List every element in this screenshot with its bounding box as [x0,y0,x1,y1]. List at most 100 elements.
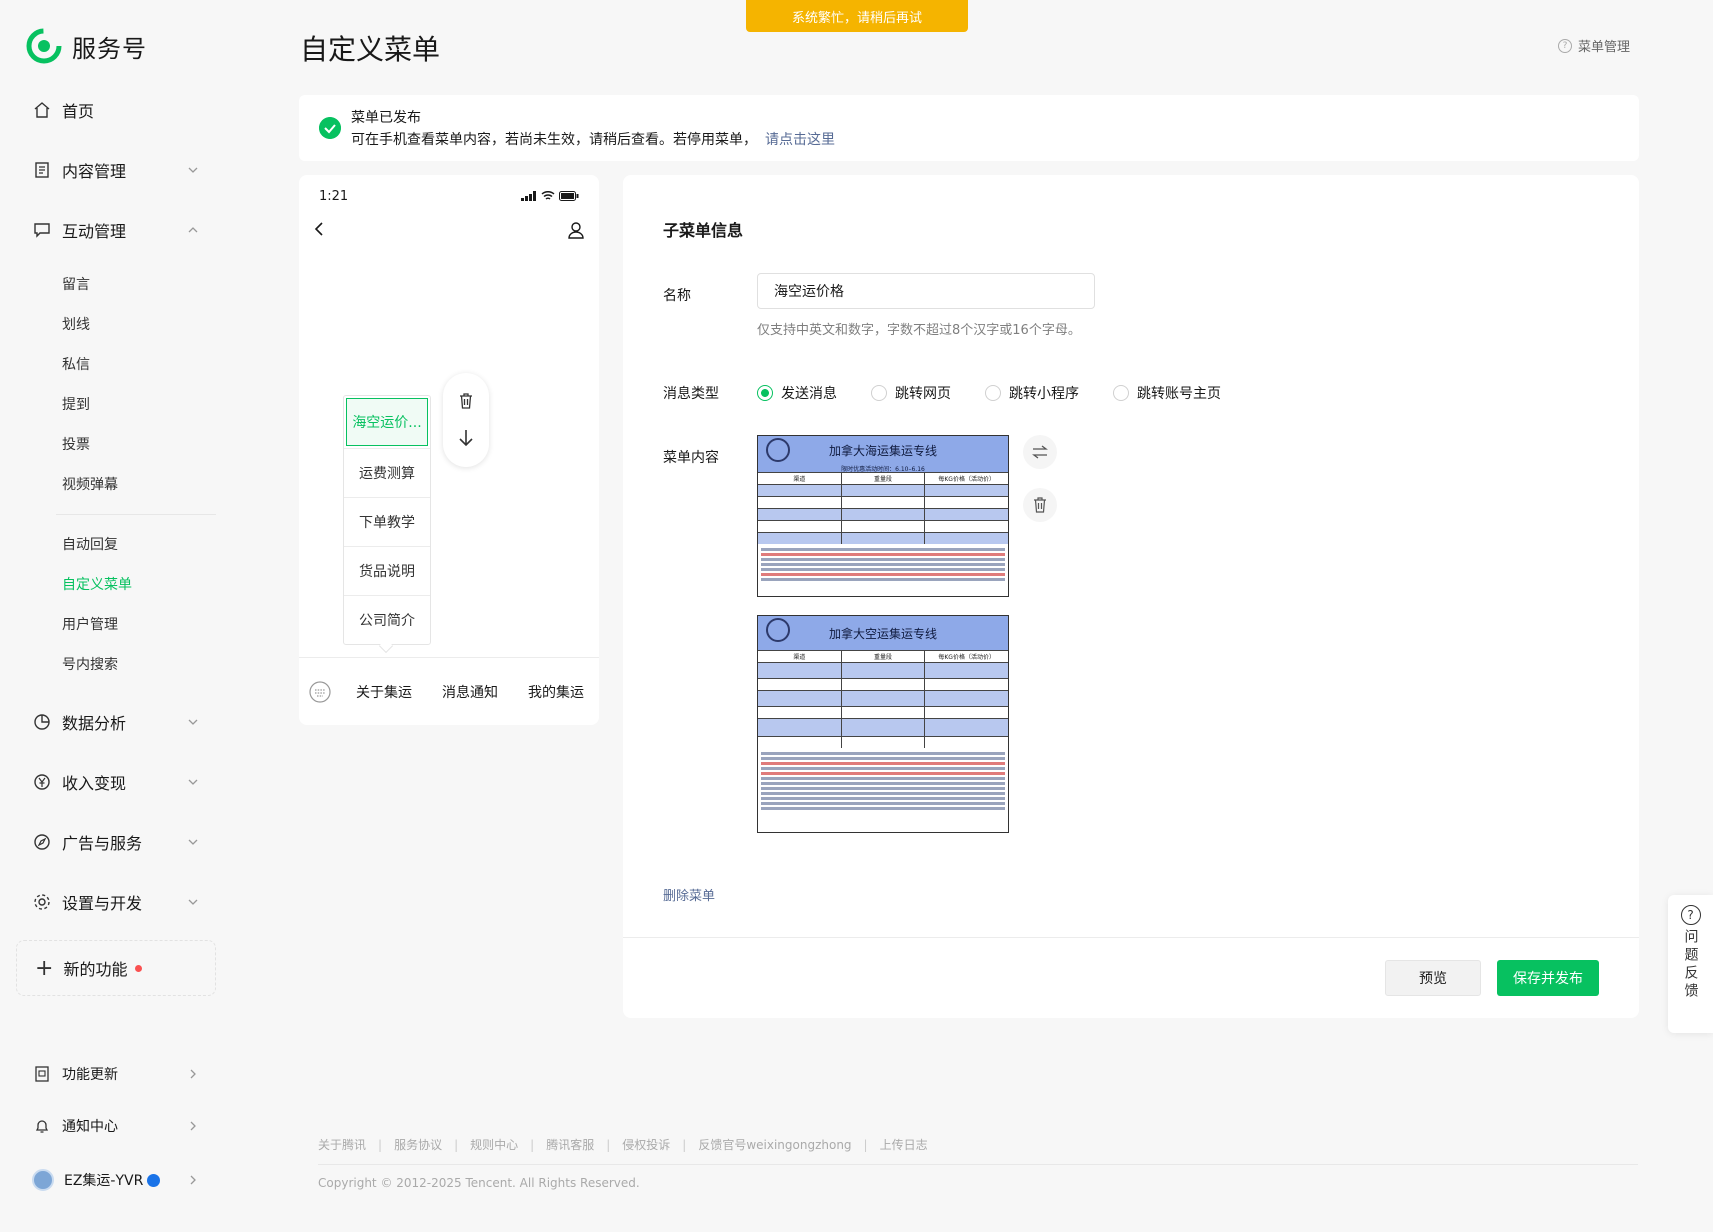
replace-image-button[interactable] [1023,435,1057,469]
image-title-text: 加拿大空运集运专线 [828,626,937,641]
nav-feature-updates[interactable]: 功能更新 [32,1056,212,1092]
nav-interaction-label: 互动管理 [62,222,127,241]
new-features-button[interactable]: + 新的功能 [16,940,216,996]
nav-sub-mentions[interactable]: 提到 [62,390,90,418]
preview-button[interactable]: 预览 [1385,960,1481,996]
feedback-label: 问题反馈 [1682,929,1699,1001]
nav-analytics[interactable]: 数据分析 [32,702,212,742]
menu-notifications[interactable]: 消息通知 [427,682,513,702]
radio-selected [757,385,773,401]
name-hint: 仅支持中英文和数字，字数不超过8个汉字或16个字母。 [757,323,1081,338]
swap-icon [1032,445,1048,459]
menu-my-shipping[interactable]: 我的集运 [513,682,599,702]
feedback-widget[interactable]: ? 问题反馈 [1668,895,1713,1033]
move-down-arrow-icon[interactable] [458,428,474,448]
phone-time: 1:21 [319,189,349,204]
submenu-item[interactable]: 公司简介 [344,595,430,644]
footer-links: 关于腾讯 | 服务协议 | 规则中心 | 腾讯客服 | 侵权投诉 | 反馈官号weixin… [318,1136,928,1153]
nav-sub-in-account-search[interactable]: 号内搜索 [62,650,118,678]
footer-link[interactable]: 反馈官号weixingongzhong [698,1136,851,1153]
menu-name-input[interactable]: 海空运价格 [757,273,1095,309]
nav-interaction[interactable]: 互动管理 [32,210,212,250]
type-open-account-home[interactable]: 跳转账号主页 [1113,383,1221,403]
nav-sub-votes[interactable]: 投票 [62,430,90,458]
avatar [32,1169,54,1191]
signal-icon [521,191,536,201]
footer-link[interactable]: 服务协议 [394,1136,442,1153]
footer-divider [318,1164,1638,1165]
account-switcher[interactable]: EZ集运-YVR [32,1162,212,1198]
delete-menu-link[interactable]: 删除菜单 [663,885,715,904]
radio-unselected [1113,385,1129,401]
footer-link[interactable]: 关于腾讯 [318,1136,366,1153]
nav-ads-label: 广告与服务 [62,834,143,853]
company-seal-icon [766,618,790,642]
user-profile-icon[interactable] [567,221,585,239]
footer-link[interactable]: 腾讯客服 [546,1136,594,1153]
chevron-up-icon [188,227,198,233]
image-title: 加拿大海运集运专线 [758,436,1008,464]
footer-link[interactable]: 上传日志 [880,1136,928,1153]
notice-body-text: 可在手机查看菜单内容，若尚未生效，请稍后查看。若停用菜单， [351,132,757,148]
air-freight-image[interactable]: 加拿大空运集运专线 渠道 重量段 每KG价格（活动价） [757,615,1009,833]
submenu-item[interactable]: 运费测算 [344,448,430,497]
chevron-down-icon [188,779,198,785]
nav-sub-user-management[interactable]: 用户管理 [62,610,118,638]
radio-label: 跳转小程序 [1009,386,1079,402]
nav-sub-auto-reply[interactable]: 自动回复 [62,530,118,558]
submenu-item[interactable]: 下单教学 [344,497,430,546]
nav-sub-messages[interactable]: 私信 [62,350,90,378]
submenu-item[interactable]: 货品说明 [344,546,430,595]
nav-notifications[interactable]: 通知中心 [32,1108,212,1144]
back-arrow-icon[interactable] [313,221,325,237]
radio-label: 跳转账号主页 [1137,386,1221,402]
keyboard-icon [309,680,331,703]
nav-home[interactable]: 首页 [32,90,212,130]
brand-logo[interactable]: 服务号 [26,28,147,64]
nav-content[interactable]: 内容管理 [32,150,212,190]
nav-content-label: 内容管理 [62,162,127,181]
image-table-row [758,520,1008,532]
submenu-list: 海空运价... 运费测算 下单教学 货品说明 公司简介 [343,395,431,645]
keyboard-toggle[interactable] [299,680,341,703]
compass-icon [32,832,52,852]
radio-label: 跳转网页 [895,386,951,402]
chevron-right-icon [190,1121,196,1131]
section-title: 子菜单信息 [663,221,744,240]
nav-home-label: 首页 [62,102,95,121]
nav-sub-comments[interactable]: 留言 [62,270,90,298]
submenu-item-selected[interactable]: 海空运价... [346,398,428,446]
document-icon [32,160,52,180]
footer-separator: | [606,1137,611,1152]
nav-sub-custom-menu[interactable]: 自定义菜单 [62,570,132,598]
image-table-row [758,706,1008,718]
nav-settings[interactable]: 设置与开发 [32,882,212,922]
menu-about-shipping[interactable]: 关于集运 [341,682,427,702]
nav-monetize[interactable]: 收入变现 [32,762,212,802]
type-open-webpage[interactable]: 跳转网页 [871,383,951,403]
sea-freight-image[interactable]: 加拿大海运集运专线 限时优惠活动时间：6.10–6.16 渠道 重量段 每KG价… [757,435,1009,597]
footer-link[interactable]: 侵权投诉 [622,1136,670,1153]
nav-sub-video-danmaku[interactable]: 视频弹幕 [62,470,118,498]
home-icon [32,100,52,120]
footer-separator: | [863,1137,868,1152]
disable-menu-link[interactable]: 请点击这里 [765,132,835,148]
brand-name: 服务号 [72,34,147,63]
footer-link[interactable]: 规则中心 [470,1136,518,1153]
menu-management-help-link[interactable]: ? 菜单管理 [1558,36,1630,55]
delete-image-button[interactable] [1023,488,1057,522]
image-title: 加拿大空运集运专线 [758,616,1008,650]
type-send-message[interactable]: 发送消息 [757,383,837,403]
header-cell: 渠道 [793,654,806,661]
type-open-miniprogram[interactable]: 跳转小程序 [985,383,1079,403]
image-table-row [758,508,1008,520]
nav-settings-label: 设置与开发 [62,894,143,913]
trash-icon[interactable] [458,392,474,410]
notice-body: 可在手机查看菜单内容，若尚未生效，请稍后查看。若停用菜单， 请点击这里 [351,129,835,149]
image-notes [758,544,1008,585]
nav-sub-highlights[interactable]: 划线 [62,310,90,338]
save-and-publish-button[interactable]: 保存并发布 [1497,960,1599,996]
publish-notice: 菜单已发布 可在手机查看菜单内容，若尚未生效，请稍后查看。若停用菜单， 请点击这里 [299,95,1639,161]
question-icon: ? [1680,905,1701,925]
nav-ads[interactable]: 广告与服务 [32,822,212,862]
